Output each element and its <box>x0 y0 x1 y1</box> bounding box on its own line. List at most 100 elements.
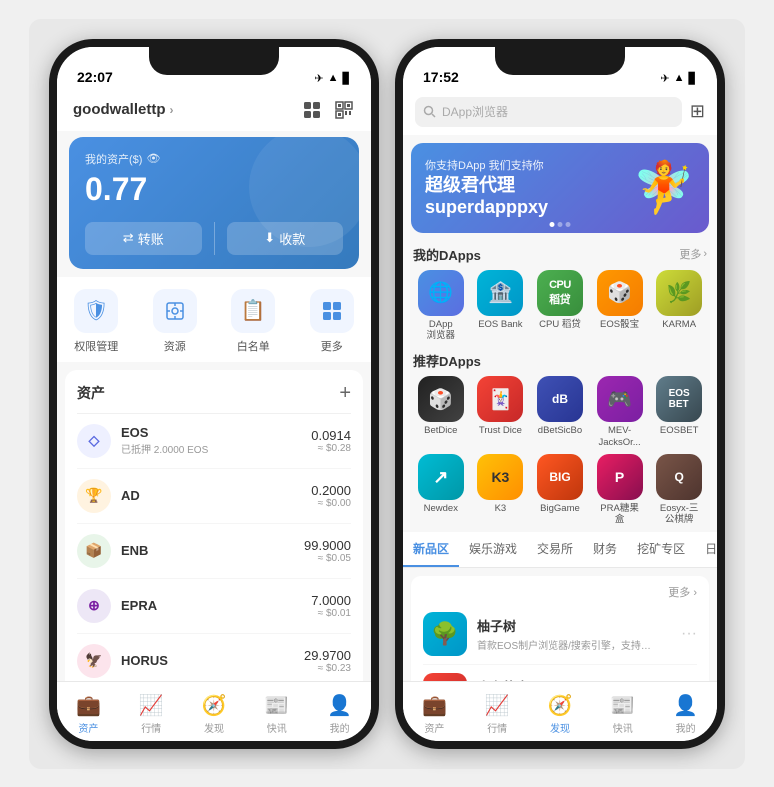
promo-banner[interactable]: 你支持DApp 我们支持你 超级君代理 superdapppxy 🧚 <box>411 143 709 233</box>
left-time: 22:07 <box>77 69 113 85</box>
eos-info: EOS 已抵押 2.0000 EOS <box>121 425 301 456</box>
r-nav-discover[interactable]: 🧭 发现 <box>529 687 592 735</box>
qa-more[interactable]: 更多 <box>293 289 372 354</box>
tab-finance[interactable]: 财务 <box>583 532 627 567</box>
r-nav-assets[interactable]: 💼 资产 <box>403 687 466 735</box>
app-mev[interactable]: 🎮 MEV-JacksOr... <box>592 376 648 448</box>
recommended-title: 推荐DApps <box>413 351 481 370</box>
qa-resource[interactable]: 资源 <box>136 289 215 354</box>
horus-icon: 🦅 <box>77 644 111 678</box>
left-phone: 22:07 ✈ ▲ ▊ goodwallettp › <box>49 39 379 749</box>
my-dapps-more[interactable]: 更多 › <box>679 246 707 262</box>
transfer-icon: ⇄ <box>123 230 134 246</box>
nav-market[interactable]: 📈 行情 <box>120 687 183 735</box>
recommended-row2: ↗ Newdex K3 K3 BIG BigGame P <box>413 454 707 526</box>
qa-whitelist-label: 白名单 <box>237 338 270 354</box>
r-nav-mine[interactable]: 👤 我的 <box>654 687 717 735</box>
qa-auth-label: 权限管理 <box>74 338 118 354</box>
wifi-icon: ▲ <box>328 72 339 84</box>
app-karma[interactable]: 🌿 KARMA <box>651 270 707 342</box>
left-screen: goodwallettp › <box>57 91 371 741</box>
app-eosbank[interactable]: 🏦 EOS Bank <box>473 270 529 342</box>
asset-ad-row[interactable]: 🏆 AD 0.2000 ≈ $0.00 <box>77 469 351 524</box>
r-nav-news[interactable]: 📰 快讯 <box>591 687 654 735</box>
app-k3[interactable]: K3 K3 <box>473 454 529 526</box>
app-browser[interactable]: 🌐 DApp浏览器 <box>413 270 469 342</box>
karma-icon: 🌿 <box>656 270 702 316</box>
ad-info: AD <box>121 488 301 504</box>
eosyx-icon: Q <box>656 454 702 500</box>
my-dapps-header: 我的DApps 更多 › <box>413 245 707 264</box>
nav-discover[interactable]: 🧭 发现 <box>183 687 246 735</box>
asset-enb-row[interactable]: 📦 ENB 99.9000 ≈ $0.05 <box>77 524 351 579</box>
search-bar[interactable]: DApp浏览器 <box>415 97 682 127</box>
epra-icon: ⊕ <box>77 589 111 623</box>
trustdice-label: Trust Dice <box>479 425 522 436</box>
mine-nav-label: 我的 <box>330 720 350 735</box>
epra-info: EPRA <box>121 598 301 613</box>
app-container: 22:07 ✈ ▲ ▊ goodwallettp › <box>29 19 745 769</box>
asset-amount: 0.77 <box>85 171 343 208</box>
qr-icon[interactable] <box>333 99 355 121</box>
qa-more-label: 更多 <box>321 338 343 354</box>
app-dice[interactable]: 🎲 EOS骰宝 <box>592 270 648 342</box>
qa-auth[interactable]: 🛡 权限管理 <box>57 289 136 354</box>
app-betdice[interactable]: 🎲 BetDice <box>413 376 469 448</box>
right-bottom-nav: 💼 资产 📈 行情 🧭 发现 📰 快讯 <box>403 681 717 741</box>
eye-icon[interactable]: 👁 <box>146 152 160 165</box>
news-nav-label: 快讯 <box>267 720 287 735</box>
nav-news[interactable]: 📰 快讯 <box>245 687 308 735</box>
enb-amount: 99.9000 ≈ $0.05 <box>304 538 351 564</box>
grid-icon[interactable] <box>301 99 323 121</box>
receive-button[interactable]: ⬇ 收款 <box>227 222 344 255</box>
right-scan-icon[interactable]: ⊞ <box>690 101 705 122</box>
asset-epra-row[interactable]: ⊕ EPRA 7.0000 ≈ $0.01 <box>77 579 351 634</box>
tab-mining[interactable]: 挖矿专区 <box>627 532 695 567</box>
app-pra[interactable]: P PRA糖果盒 <box>592 454 648 526</box>
new-app-yuzihu[interactable]: 🌳 柚子树 首款EOS制户浏览器/搜索引擎，支持接关... ··· <box>423 604 697 665</box>
r-airplane-icon: ✈ <box>660 72 669 85</box>
r-assets-nav-icon: 💼 <box>422 693 447 718</box>
right-phone: 17:52 ✈ ▲ ▊ DApp浏览器 <box>395 39 725 749</box>
resource-icon <box>153 289 197 333</box>
category-tabs: 新品区 娱乐游戏 交易所 财务 挖矿专区 日常工... <box>403 532 717 568</box>
banner-subtitle: 你支持DApp 我们支持你 <box>425 157 548 173</box>
eosbet-icon: EOSBET <box>656 376 702 422</box>
eosyx-label: Eosyx-三公棋牌 <box>660 503 699 526</box>
app-cpu[interactable]: CPU稻贷 CPU 稻贷 <box>532 270 588 342</box>
search-icon <box>423 105 436 118</box>
left-bottom-nav: 💼 资产 📈 行情 🧭 发现 📰 快讯 <box>57 681 371 741</box>
r-market-nav-icon: 📈 <box>485 693 510 718</box>
r-nav-market[interactable]: 📈 行情 <box>466 687 529 735</box>
right-notch <box>495 47 625 75</box>
right-screen: DApp浏览器 ⊞ 你支持DApp 我们支持你 超级君代理 superdappp… <box>403 91 717 741</box>
new-apps-more[interactable]: 更多 › <box>668 584 697 600</box>
battery-icon: ▊ <box>343 72 351 85</box>
tab-daily[interactable]: 日常工... <box>695 532 717 567</box>
eos-icon: ◇ <box>77 424 111 458</box>
nav-mine[interactable]: 👤 我的 <box>308 687 371 735</box>
left-status-icons: ✈ ▲ ▊ <box>314 72 351 85</box>
tab-exchange[interactable]: 交易所 <box>527 532 583 567</box>
eos-dice-icon: 🎲 <box>597 270 643 316</box>
tab-games[interactable]: 娱乐游戏 <box>459 532 527 567</box>
chevron-icon: › <box>170 103 174 117</box>
add-asset-button[interactable]: + <box>339 382 351 405</box>
app-trustdice[interactable]: 🃏 Trust Dice <box>473 376 529 448</box>
eosbet-label: EOSBET <box>660 425 699 436</box>
app-biggame[interactable]: BIG BigGame <box>532 454 588 526</box>
app-newdex[interactable]: ↗ Newdex <box>413 454 469 526</box>
newdex-icon: ↗ <box>418 454 464 500</box>
qa-whitelist[interactable]: 📋 白名单 <box>214 289 293 354</box>
transfer-button[interactable]: ⇄ 转账 <box>85 222 202 255</box>
app-eosyx[interactable]: Q Eosyx-三公棋牌 <box>651 454 707 526</box>
wallet-title-area[interactable]: goodwallettp › <box>73 101 174 118</box>
app-eosbet[interactable]: EOSBET EOSBET <box>651 376 707 448</box>
airplane-icon: ✈ <box>314 72 323 85</box>
nav-assets[interactable]: 💼 资产 <box>57 687 120 735</box>
app-dbetsicbo[interactable]: dB dBetSicBo <box>532 376 588 448</box>
asset-eos-row[interactable]: ◇ EOS 已抵押 2.0000 EOS 0.0914 ≈ $0.28 <box>77 414 351 469</box>
karma-label: KARMA <box>662 319 696 330</box>
discover-nav-icon: 🧭 <box>202 693 227 718</box>
tab-new[interactable]: 新品区 <box>403 532 459 567</box>
